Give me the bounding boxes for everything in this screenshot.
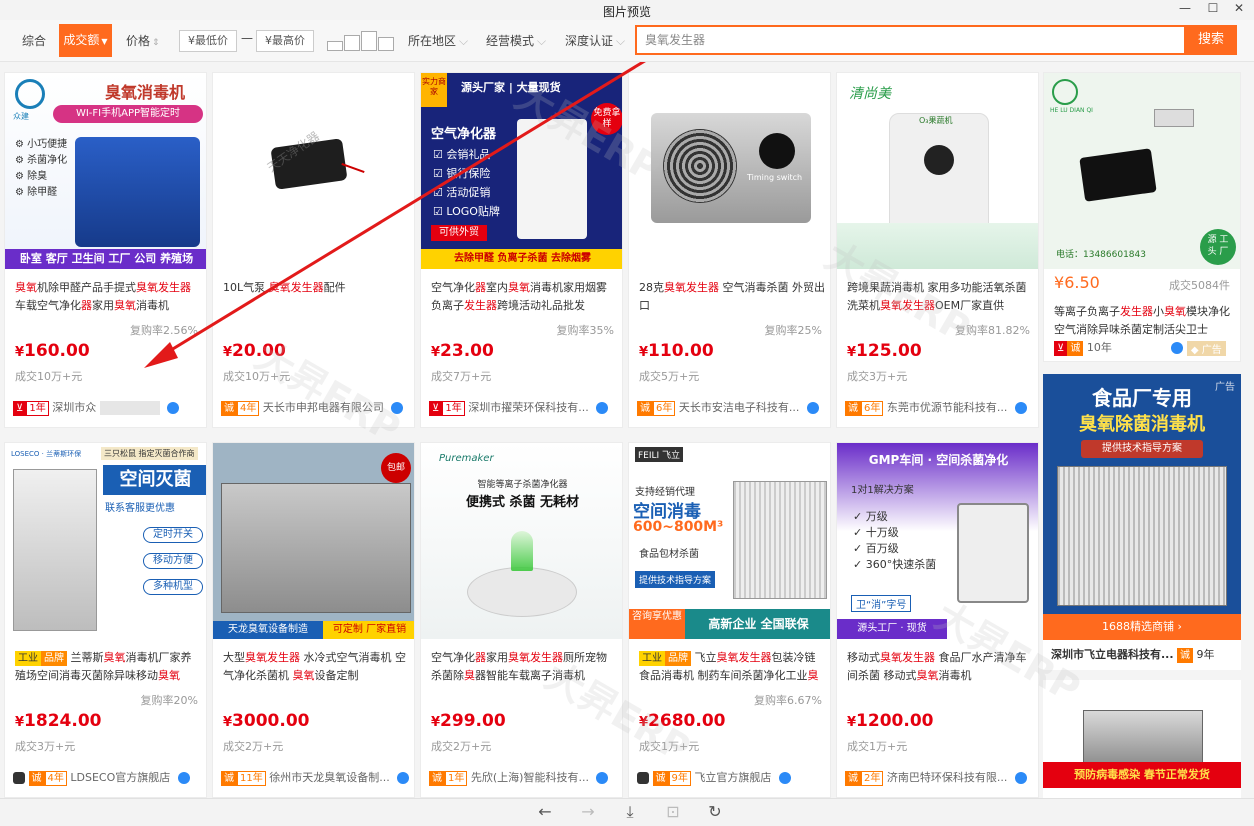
sort-volume[interactable]: 成交额 ▼ (59, 24, 112, 57)
filter-location-label: 所在地区 (408, 34, 457, 48)
bottom-toolbar: ← → ⤓ ⊡ ↻ (0, 798, 1254, 826)
filter-bar: 综合 成交额 ▼ 价格 ⇕ ¥最低价 — ¥最高价 所在地区 ⌵ 经营模式 ⌵ 深度认证… (0, 20, 1254, 62)
search-button[interactable]: 搜索 (1185, 25, 1237, 55)
sort-arrows-icon: ⇕ (152, 38, 160, 48)
rotate-icon[interactable]: ↻ (703, 802, 727, 821)
sort-volume-label: 成交额 (63, 33, 100, 47)
filter-deep-cert[interactable]: 深度认证 ⌵ (565, 32, 625, 49)
sort-comprehensive[interactable]: 综合 (22, 32, 46, 49)
view-bar-icon (361, 31, 377, 51)
window-titlebar: 图片预览 — ☐ ✕ (0, 0, 1254, 20)
chevron-down-icon: ⌵ (616, 34, 626, 48)
next-icon[interactable]: → (576, 802, 600, 821)
window-title: 图片预览 (602, 5, 651, 19)
min-price-input[interactable]: ¥最低价 (179, 30, 237, 52)
sort-price-label: 价格 (126, 34, 151, 48)
annotation-arrow (144, 62, 646, 368)
view-toggle[interactable] (327, 29, 395, 51)
product-grid: 众建 臭氧消毒机 WI-FI手机APP智能定时 ⚙ 小巧便捷 ⚙ 杀菌净化 ⚙ … (0, 62, 1254, 798)
caret-down-icon: ▼ (101, 37, 108, 46)
filter-cert-label: 深度认证 (565, 34, 614, 48)
close-icon[interactable]: ✕ (1225, 1, 1253, 15)
arrow-shaft (157, 62, 646, 360)
fit-screen-icon[interactable]: ⊡ (661, 802, 685, 821)
filter-business-mode[interactable]: 经营模式 ⌵ (486, 32, 546, 49)
view-bar-icon (378, 37, 394, 51)
chevron-down-icon: ⌵ (537, 34, 547, 48)
view-bar-icon (327, 41, 343, 51)
price-range-dash: — (241, 31, 253, 45)
search-input[interactable]: 臭氧发生器 (635, 25, 1186, 55)
minimize-icon[interactable]: — (1171, 1, 1199, 15)
download-icon[interactable]: ⤓ (618, 802, 642, 822)
sort-price[interactable]: 价格 ⇕ (126, 32, 160, 49)
view-bar-icon (344, 35, 360, 51)
filter-location[interactable]: 所在地区 ⌵ (408, 32, 468, 49)
maximize-icon[interactable]: ☐ (1199, 1, 1227, 15)
arrow-head (144, 342, 178, 368)
previous-icon[interactable]: ← (533, 802, 557, 821)
max-price-input[interactable]: ¥最高价 (256, 30, 314, 52)
chevron-down-icon: ⌵ (459, 34, 469, 48)
filter-business-label: 经营模式 (486, 34, 535, 48)
